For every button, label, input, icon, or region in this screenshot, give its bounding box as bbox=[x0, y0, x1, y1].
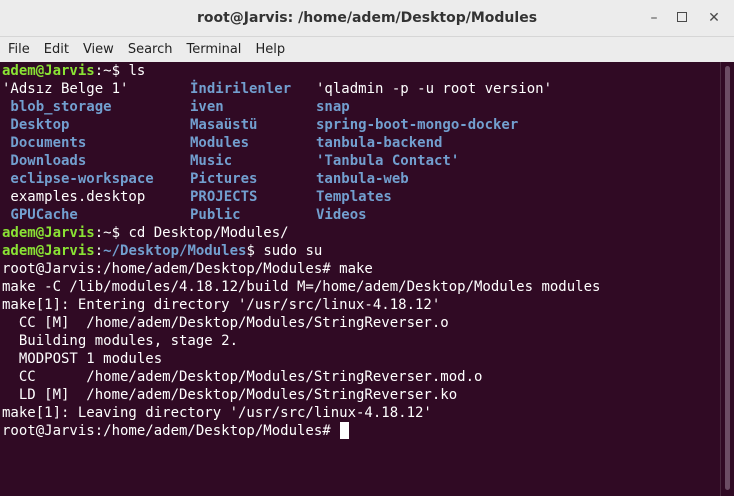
menu-bar: File Edit View Search Terminal Help bbox=[0, 37, 734, 62]
command-text: ls bbox=[128, 63, 146, 79]
terminal-line: MODPOST 1 modules bbox=[2, 351, 163, 367]
ls-entry: tanbula-web bbox=[316, 171, 409, 187]
command-text: cd Desktop/Modules/ bbox=[128, 225, 289, 241]
ls-row: Downloads Music 'Tanbula Contact' bbox=[0, 152, 720, 170]
close-button[interactable]: ✕ bbox=[700, 4, 728, 32]
prompt-separator: :~$ bbox=[94, 225, 129, 241]
ls-row: eclipse-workspace Pictures tanbula-web bbox=[0, 170, 720, 188]
window-title: root@Jarvis: /home/adem/Desktop/Modules bbox=[196, 10, 538, 26]
ls-row: GPUCache Public Videos bbox=[0, 206, 720, 224]
terminal-line: Building modules, stage 2. bbox=[2, 333, 239, 349]
terminal-line: adem@Jarvis:~$ cd Desktop/Modules/ bbox=[0, 224, 720, 242]
terminal-output[interactable]: adem@Jarvis:~$ ls 'Adsız Belge 1' İndiril… bbox=[0, 62, 720, 496]
prompt-user: adem@Jarvis bbox=[2, 63, 95, 79]
maximize-icon bbox=[677, 12, 687, 22]
title-bar[interactable]: root@Jarvis: /home/adem/Desktop/Modules … bbox=[0, 0, 734, 37]
ls-entry: İndirilenler bbox=[190, 81, 292, 97]
ls-entry: Modules bbox=[190, 135, 250, 151]
terminal-line: adem@Jarvis:~/Desktop/Modules$ sudo su bbox=[2, 243, 323, 259]
menu-file[interactable]: File bbox=[0, 37, 37, 62]
ls-entry: Templates bbox=[316, 189, 392, 205]
close-icon: ✕ bbox=[708, 10, 720, 26]
terminal-line: adem@Jarvis:~$ ls bbox=[0, 62, 720, 80]
terminal-line: root@Jarvis:/home/adem/Desktop/Modules# … bbox=[2, 261, 373, 277]
ls-entry: snap bbox=[316, 99, 350, 115]
text-cursor bbox=[340, 422, 350, 439]
prompt-user: adem@Jarvis bbox=[2, 243, 95, 259]
prompt-separator: :~$ bbox=[94, 63, 129, 79]
terminal-prompt-line[interactable]: root@Jarvis:/home/adem/Desktop/Modules# bbox=[0, 422, 720, 440]
ls-row: blob_storage iven snap bbox=[0, 98, 720, 116]
ls-entry: Public bbox=[190, 207, 241, 223]
ls-entry: 'qladmin -p -u root version' bbox=[316, 81, 553, 97]
ls-entry: eclipse-workspace bbox=[2, 171, 154, 187]
ls-entry: examples.desktop bbox=[2, 189, 146, 205]
command-text: sudo su bbox=[263, 243, 323, 259]
terminal-line: CC [M] /home/adem/Desktop/Modules/String… bbox=[2, 315, 449, 331]
ls-row: Documents Modules tanbula-backend bbox=[0, 134, 720, 152]
ls-entry: Downloads bbox=[2, 153, 87, 169]
ls-entry: spring-boot-mongo-docker bbox=[316, 117, 519, 133]
ls-entry: Desktop bbox=[2, 117, 70, 133]
minimize-button[interactable]: – bbox=[640, 4, 668, 32]
terminal-line: make -C /lib/modules/4.18.12/build M=/ho… bbox=[2, 279, 601, 295]
ls-entry: tanbula-backend bbox=[316, 135, 443, 151]
menu-terminal[interactable]: Terminal bbox=[179, 37, 248, 62]
terminal-line: make[1]: Leaving directory '/usr/src/lin… bbox=[2, 405, 432, 421]
ls-row: 'Adsız Belge 1' İndirilenler 'qladmin -p -… bbox=[0, 80, 720, 98]
ls-entry: PROJECTS bbox=[190, 189, 258, 205]
ls-entry: Videos bbox=[316, 207, 367, 223]
ls-entry: Pictures bbox=[190, 171, 258, 187]
ls-entry: blob_storage bbox=[2, 99, 112, 115]
vertical-scrollbar[interactable] bbox=[720, 62, 734, 496]
menu-help[interactable]: Help bbox=[248, 37, 292, 62]
ls-entry: Masaüstü bbox=[190, 117, 258, 133]
terminal-window: root@Jarvis: /home/adem/Desktop/Modules … bbox=[0, 0, 734, 496]
ls-entry: Documents bbox=[2, 135, 87, 151]
ls-entry: 'Adsız Belge 1' bbox=[2, 81, 129, 97]
ls-entry: GPUCache bbox=[2, 207, 78, 223]
prompt-separator: $ bbox=[246, 243, 264, 259]
prompt-user: adem@Jarvis bbox=[2, 225, 95, 241]
terminal-line: LD [M] /home/adem/Desktop/Modules/String… bbox=[2, 387, 458, 403]
menu-edit[interactable]: Edit bbox=[37, 37, 76, 62]
menu-view[interactable]: View bbox=[76, 37, 121, 62]
terminal-line: make[1]: Entering directory '/usr/src/li… bbox=[2, 297, 441, 313]
ls-entry: iven bbox=[190, 99, 224, 115]
terminal-line: CC /home/adem/Desktop/Modules/StringReve… bbox=[2, 369, 483, 385]
menu-search[interactable]: Search bbox=[121, 37, 180, 62]
ls-entry: Music bbox=[190, 153, 233, 169]
ls-entry: 'Tanbula Contact' bbox=[316, 153, 460, 169]
ls-row: examples.desktop PROJECTS Templates bbox=[0, 188, 720, 206]
ls-row: Desktop Masaüstü spring-boot-mongo-docker bbox=[0, 116, 720, 134]
root-prompt: root@Jarvis:/home/adem/Desktop/Modules# bbox=[2, 423, 340, 439]
minimize-icon: – bbox=[650, 10, 658, 26]
scrollbar-thumb[interactable] bbox=[725, 66, 730, 490]
prompt-path: ~/Desktop/Modules bbox=[103, 243, 247, 259]
maximize-button[interactable] bbox=[668, 4, 696, 32]
